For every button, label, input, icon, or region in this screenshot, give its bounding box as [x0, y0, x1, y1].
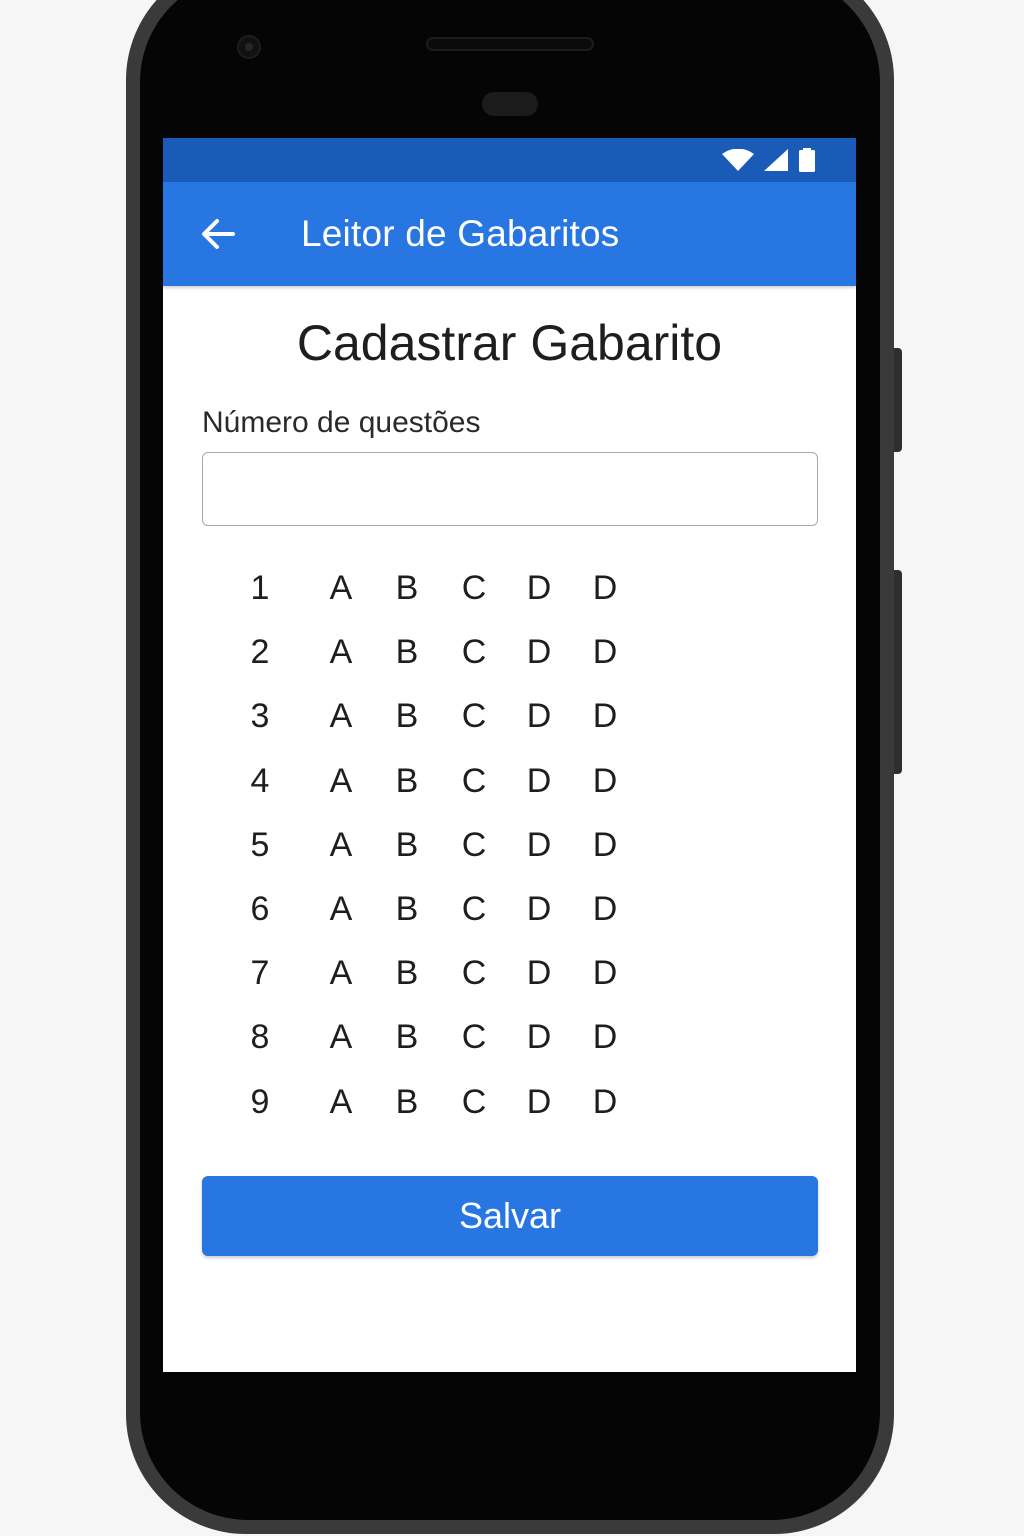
- question-number: 1: [250, 569, 270, 607]
- answer-option[interactable]: B: [387, 813, 427, 877]
- status-bar: [163, 138, 856, 182]
- answer-option[interactable]: C: [454, 620, 494, 684]
- answer-option[interactable]: A: [321, 877, 361, 941]
- question-number: 5: [250, 825, 270, 864]
- answer-option[interactable]: D: [519, 749, 559, 813]
- page-title: Cadastrar Gabarito: [296, 315, 723, 371]
- answer-option[interactable]: B: [387, 1070, 427, 1134]
- answer-option[interactable]: B: [387, 620, 427, 684]
- answer-option[interactable]: D: [519, 877, 559, 941]
- answer-option[interactable]: B: [387, 941, 427, 1005]
- answer-option[interactable]: D: [519, 556, 559, 620]
- answer-option[interactable]: A: [321, 813, 361, 877]
- answer-option[interactable]: D: [519, 1005, 559, 1069]
- power-button: [894, 348, 902, 452]
- app-bar: Leitor de Gabaritos: [163, 182, 856, 286]
- answer-option[interactable]: A: [321, 556, 361, 620]
- answer-option[interactable]: A: [321, 620, 361, 684]
- answer-option[interactable]: C: [454, 749, 494, 813]
- answer-option[interactable]: C: [454, 941, 494, 1005]
- answer-option[interactable]: C: [454, 1070, 494, 1134]
- answer-option[interactable]: D: [519, 684, 559, 748]
- screen: Leitor de Gabaritos Cadastrar Gabarito N…: [163, 138, 856, 1372]
- answer-option[interactable]: B: [387, 556, 427, 620]
- answer-option[interactable]: D: [519, 813, 559, 877]
- answer-option[interactable]: A: [321, 749, 361, 813]
- question-row: 5ABCDD: [163, 813, 856, 877]
- answer-option[interactable]: D: [585, 749, 625, 813]
- volume-button: [894, 570, 902, 774]
- answer-option[interactable]: B: [387, 877, 427, 941]
- question-row: 3ABCDD: [163, 684, 856, 748]
- answer-option[interactable]: D: [519, 620, 559, 684]
- battery-icon: [799, 148, 815, 172]
- answer-option[interactable]: B: [387, 749, 427, 813]
- question-row: 7ABCDD: [163, 941, 856, 1005]
- proximity-sensor: [482, 92, 538, 116]
- question-number: 4: [250, 761, 270, 800]
- answer-option[interactable]: D: [585, 813, 625, 877]
- question-number: 8: [250, 1018, 270, 1057]
- answer-option[interactable]: A: [321, 1005, 361, 1069]
- front-camera: [237, 35, 261, 59]
- question-row: 1ABCDD: [163, 556, 856, 620]
- question-number: 9: [250, 1082, 270, 1121]
- questions-count-label: Número de questões: [202, 406, 481, 439]
- answer-option[interactable]: D: [585, 620, 625, 684]
- question-number: 3: [250, 697, 270, 736]
- question-number: 2: [250, 633, 270, 672]
- question-row: 8ABCDD: [163, 1005, 856, 1069]
- answer-option[interactable]: B: [387, 1005, 427, 1069]
- answer-option[interactable]: C: [454, 877, 494, 941]
- answer-option[interactable]: A: [321, 1070, 361, 1134]
- answer-option[interactable]: D: [585, 684, 625, 748]
- status-icons: [722, 148, 816, 172]
- arrow-left-icon: [202, 219, 235, 249]
- earpiece-speaker: [426, 37, 594, 51]
- answer-option[interactable]: D: [585, 1005, 625, 1069]
- question-number: 7: [250, 954, 270, 993]
- answer-option[interactable]: D: [585, 556, 625, 620]
- answer-option[interactable]: A: [321, 684, 361, 748]
- signal-icon: [764, 149, 788, 171]
- answer-option[interactable]: C: [454, 684, 494, 748]
- answer-option[interactable]: D: [585, 1070, 625, 1134]
- app-title: Leitor de Gabaritos: [301, 213, 620, 254]
- answer-option[interactable]: B: [387, 684, 427, 748]
- question-row: 9ABCDD: [163, 1070, 856, 1134]
- answer-option[interactable]: D: [585, 941, 625, 1005]
- question-row: 4ABCDD: [163, 749, 856, 813]
- answer-option[interactable]: C: [454, 813, 494, 877]
- save-button[interactable]: Salvar: [202, 1176, 818, 1256]
- question-row: 2ABCDD: [163, 620, 856, 684]
- wifi-icon: [722, 149, 754, 171]
- question-number: 6: [250, 890, 270, 928]
- answer-option[interactable]: D: [519, 941, 559, 1005]
- question-row: 6ABCDD: [163, 877, 856, 941]
- answer-option[interactable]: D: [519, 1070, 559, 1134]
- questions-count-input[interactable]: [202, 452, 818, 526]
- answer-option[interactable]: A: [321, 941, 361, 1005]
- answer-option[interactable]: C: [454, 1005, 494, 1069]
- answer-option[interactable]: C: [454, 556, 494, 620]
- answer-option[interactable]: D: [585, 877, 625, 941]
- back-button[interactable]: [197, 212, 241, 256]
